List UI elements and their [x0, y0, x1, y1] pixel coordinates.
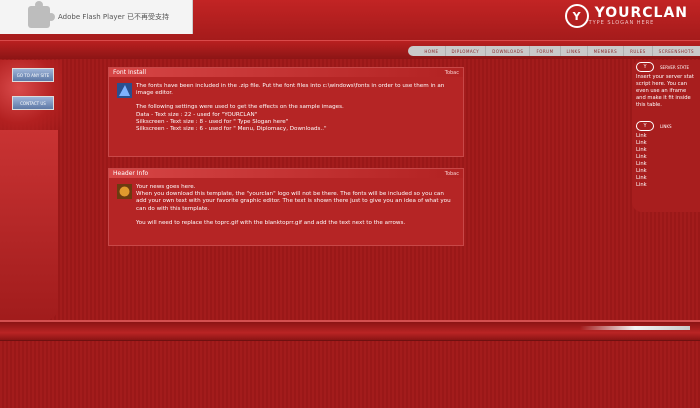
font-install-line1: The fonts have been included in the .zip…: [136, 83, 445, 97]
header-info-line1: Your news goes here.: [136, 184, 196, 190]
header-info-right-label: Tobac: [444, 170, 459, 177]
font-install-line3: Data - Text size : 22 - used for "YOURCL…: [136, 111, 258, 118]
link-7[interactable]: Link: [632, 175, 700, 182]
server-state-label: SERVER STATE: [660, 64, 690, 70]
footer-light-streak: [580, 326, 690, 330]
nav-item-screenshots[interactable]: SCREENSHOTS: [651, 46, 700, 56]
header-info-title: Header Info: [113, 170, 149, 177]
link-6[interactable]: Link: [632, 168, 700, 175]
header-info-titlebar: Header Info Tobac: [109, 169, 463, 178]
header-info-box: Header Info Tobac Your news goes here. W…: [108, 168, 464, 246]
font-install-title: Font Install: [113, 69, 147, 76]
font-install-body: The fonts have been included in the .zip…: [109, 77, 463, 139]
font-install-line2: The following settings were used to get …: [136, 104, 344, 111]
link-5[interactable]: Link: [632, 161, 700, 168]
nav-item-downloads[interactable]: DOWNLOADS: [485, 46, 529, 56]
nav-item-forum[interactable]: FORUM: [529, 46, 559, 56]
header-info-line3: You will need to replace the toprc.gif w…: [136, 219, 406, 226]
links-header: Y LINKS: [632, 119, 700, 133]
server-state-badge: Y: [636, 62, 654, 72]
logo-name: YOURCLAN: [594, 5, 688, 21]
font-install-box: Font Install Tobac The fonts have been i…: [108, 67, 464, 157]
link-2[interactable]: Link: [632, 140, 700, 147]
flash-notice-text: Adobe Flash Player 已不再受支持: [58, 13, 169, 21]
footer-band: [0, 320, 700, 341]
left-tab-2[interactable]: CONTACT US: [12, 96, 54, 110]
font-install-titlebar: Font Install Tobac: [109, 68, 463, 77]
flash-player-notice: Adobe Flash Player 已不再受支持: [0, 0, 193, 34]
header-info-body: Your news goes here. When you download t…: [109, 178, 463, 233]
font-install-right-label: Tobac: [444, 69, 459, 76]
server-state-header: Y SERVER STATE: [632, 60, 700, 74]
link-4[interactable]: Link: [632, 154, 700, 161]
left-tab-1[interactable]: GO TO ANY SITE: [12, 68, 54, 82]
server-state-text: Insert your server stat script here. You…: [636, 74, 694, 108]
site-logo[interactable]: Y YOURCLAN TYPE SLOGAN HERE: [564, 4, 688, 28]
font-install-line5: Silkscreen - Text size : 6 - used for " …: [136, 126, 327, 133]
nav-item-diplomacy[interactable]: DIPLOMACY: [444, 46, 486, 56]
font-install-icon: [117, 83, 132, 98]
plugin-puzzle-icon: [28, 1, 55, 28]
logo-y-icon: Y: [564, 4, 589, 28]
nav-item-rules[interactable]: RULES: [623, 46, 652, 56]
link-8[interactable]: Link: [632, 182, 700, 189]
links-label: LINKS: [660, 123, 672, 129]
nav-item-home[interactable]: HOME: [418, 46, 444, 56]
main-nav: HOME DIPLOMACY DOWNLOADS FORUM LINKS MEM…: [408, 46, 700, 56]
right-sidebar: Y SERVER STATE Insert your server stat s…: [632, 60, 700, 212]
link-3[interactable]: Link: [632, 147, 700, 154]
header-info-line2: When you download this template, the "yo…: [136, 191, 451, 212]
header-info-icon: [117, 184, 132, 199]
nav-item-links[interactable]: LINKS: [559, 46, 587, 56]
nav-item-members[interactable]: MEMBERS: [586, 46, 624, 56]
links-badge: Y: [636, 121, 654, 131]
link-1[interactable]: Link: [632, 133, 700, 140]
left-panel: [0, 130, 58, 320]
font-install-line4: Silkscreen - Text size : 8 - used for " …: [136, 118, 289, 125]
